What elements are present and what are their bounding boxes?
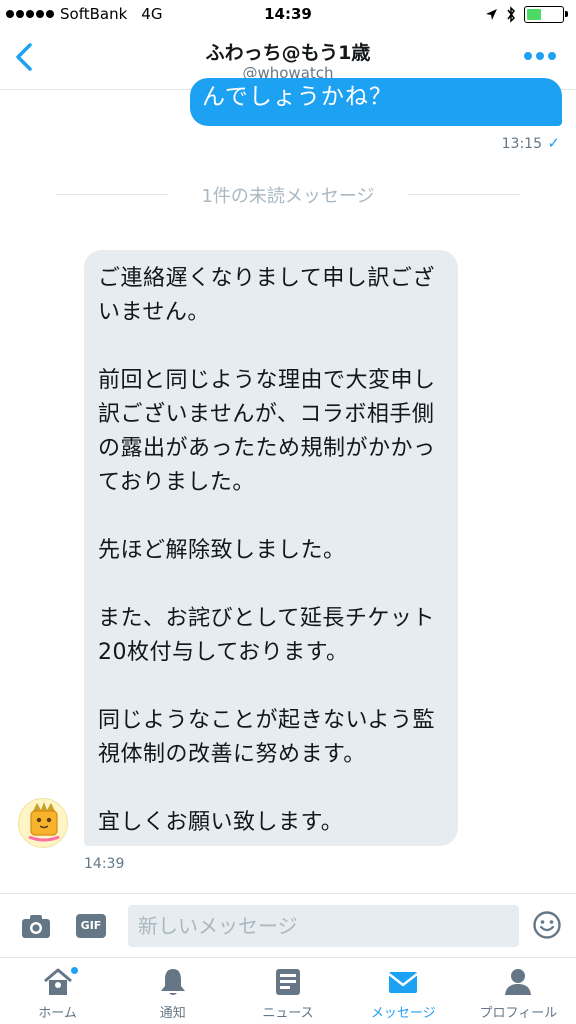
message-composer: GIF bbox=[0, 893, 576, 957]
divider-line bbox=[408, 194, 520, 195]
message-input[interactable] bbox=[128, 905, 519, 947]
tab-notifications[interactable]: 通知 bbox=[115, 958, 230, 1024]
sent-message-time: 13:15 bbox=[501, 136, 542, 152]
envelope-icon bbox=[388, 972, 418, 993]
received-message-time: 14:39 bbox=[84, 856, 125, 872]
tab-label: メッセージ bbox=[370, 1006, 436, 1021]
more-dot-icon bbox=[524, 52, 532, 60]
bell-icon bbox=[160, 969, 185, 995]
conversation-title: ふわっち@もう1歳 bbox=[205, 42, 371, 64]
more-dot-icon bbox=[548, 52, 556, 60]
sent-message-bubble[interactable]: んでしょうかね？ bbox=[190, 78, 562, 126]
read-check-icon: ✓ bbox=[547, 134, 560, 152]
camera-icon bbox=[22, 915, 50, 938]
message-paragraph: 前回と同じような理由で大変申し訳ございませんが、コラボ相手側の露出があったため規… bbox=[98, 368, 436, 495]
tab-news[interactable]: ニュース bbox=[230, 958, 345, 1024]
message-paragraph: 同じようなことが起きないよう監視体制の改善に努めます。 bbox=[98, 708, 436, 767]
tab-messages[interactable]: メッセージ bbox=[346, 958, 461, 1024]
sent-message-text: んでしょうかね？ bbox=[202, 84, 393, 110]
unread-label: 1件の未読メッセージ bbox=[201, 186, 375, 207]
received-message-bubble[interactable]: ご連絡遅くなりまして申し訳ございません。 前回と同じような理由で大変申し訳ござい… bbox=[84, 250, 458, 846]
avatar[interactable] bbox=[18, 798, 68, 848]
bluetooth-icon bbox=[507, 6, 515, 23]
tab-label: ホーム bbox=[38, 1006, 77, 1021]
message-paragraph: ご連絡遅くなりまして申し訳ございません。 bbox=[98, 266, 435, 325]
tab-profile[interactable]: プロフィール bbox=[461, 958, 576, 1024]
message-paragraph: 先ほど解除致しました。 bbox=[98, 538, 346, 563]
tab-label: ニュース bbox=[262, 1006, 314, 1021]
gif-button[interactable]: GIF bbox=[76, 914, 106, 938]
person-icon bbox=[505, 969, 532, 995]
message-paragraph: 宜しくお願い致します。 bbox=[98, 810, 344, 835]
location-icon bbox=[486, 9, 497, 20]
unread-divider: 1件の未読メッセージ bbox=[56, 182, 520, 207]
emoji-button[interactable] bbox=[532, 910, 562, 940]
tab-label: プロフィール bbox=[479, 1006, 558, 1021]
tab-label: 通知 bbox=[159, 1006, 186, 1021]
tab-bar: ホーム 通知 ニュース メッセージ プロフィール bbox=[0, 957, 576, 1024]
battery-icon bbox=[524, 6, 568, 23]
status-bar: SoftBank 4G 14:39 bbox=[0, 0, 576, 30]
message-paragraph: また、お詫びとして延長チケット20枚付与しております。 bbox=[98, 606, 435, 665]
smiley-icon bbox=[533, 911, 561, 939]
more-options-button[interactable] bbox=[524, 52, 556, 60]
camera-button[interactable] bbox=[20, 912, 52, 940]
fuwacchi-mascot-icon bbox=[28, 802, 60, 842]
tab-home[interactable]: ホーム bbox=[0, 958, 115, 1024]
status-bar-right bbox=[485, 6, 568, 23]
news-icon bbox=[276, 969, 300, 995]
notification-badge bbox=[70, 966, 79, 975]
more-dot-icon bbox=[536, 52, 544, 60]
